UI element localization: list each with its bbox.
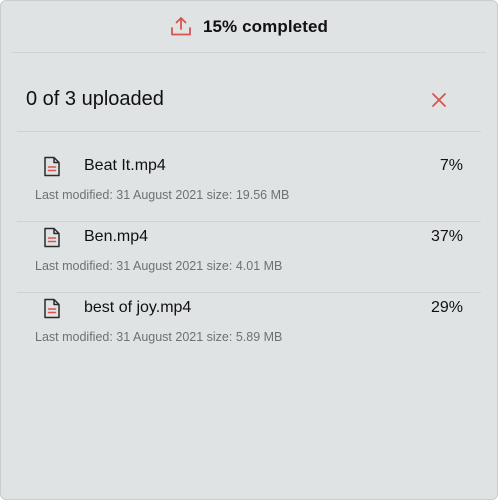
file-progress-percent: 29%	[430, 299, 463, 316]
document-icon	[44, 298, 60, 319]
file-name: best of joy.mp4	[84, 299, 192, 316]
file-meta: Last modified: 31 August 2021 size: 19.5…	[35, 188, 290, 202]
upload-summary: 0 of 3 uploaded	[17, 71, 481, 132]
upload-icon	[171, 17, 191, 36]
close-icon[interactable]	[430, 91, 448, 109]
document-icon	[44, 227, 60, 248]
file-name: Beat It.mp4	[84, 157, 166, 174]
file-progress-percent: 7%	[439, 157, 463, 174]
file-item[interactable]: Beat It.mp4 7% Last modified: 31 August …	[17, 151, 481, 222]
file-meta: Last modified: 31 August 2021 size: 5.89…	[35, 330, 283, 344]
file-item[interactable]: Ben.mp4 37% Last modified: 31 August 202…	[17, 222, 481, 293]
upload-header: 15% completed	[12, 1, 486, 53]
document-icon	[44, 156, 60, 177]
file-item[interactable]: best of joy.mp4 29% Last modified: 31 Au…	[17, 293, 481, 363]
upload-progress-panel: 15% completed 0 of 3 uploaded Beat It.mp…	[0, 0, 498, 500]
file-meta: Last modified: 31 August 2021 size: 4.01…	[35, 259, 283, 273]
upload-progress-title: 15% completed	[202, 16, 329, 36]
upload-count-text: 0 of 3 uploaded	[26, 88, 164, 110]
file-name: Ben.mp4	[84, 228, 149, 245]
file-progress-percent: 37%	[430, 228, 463, 245]
